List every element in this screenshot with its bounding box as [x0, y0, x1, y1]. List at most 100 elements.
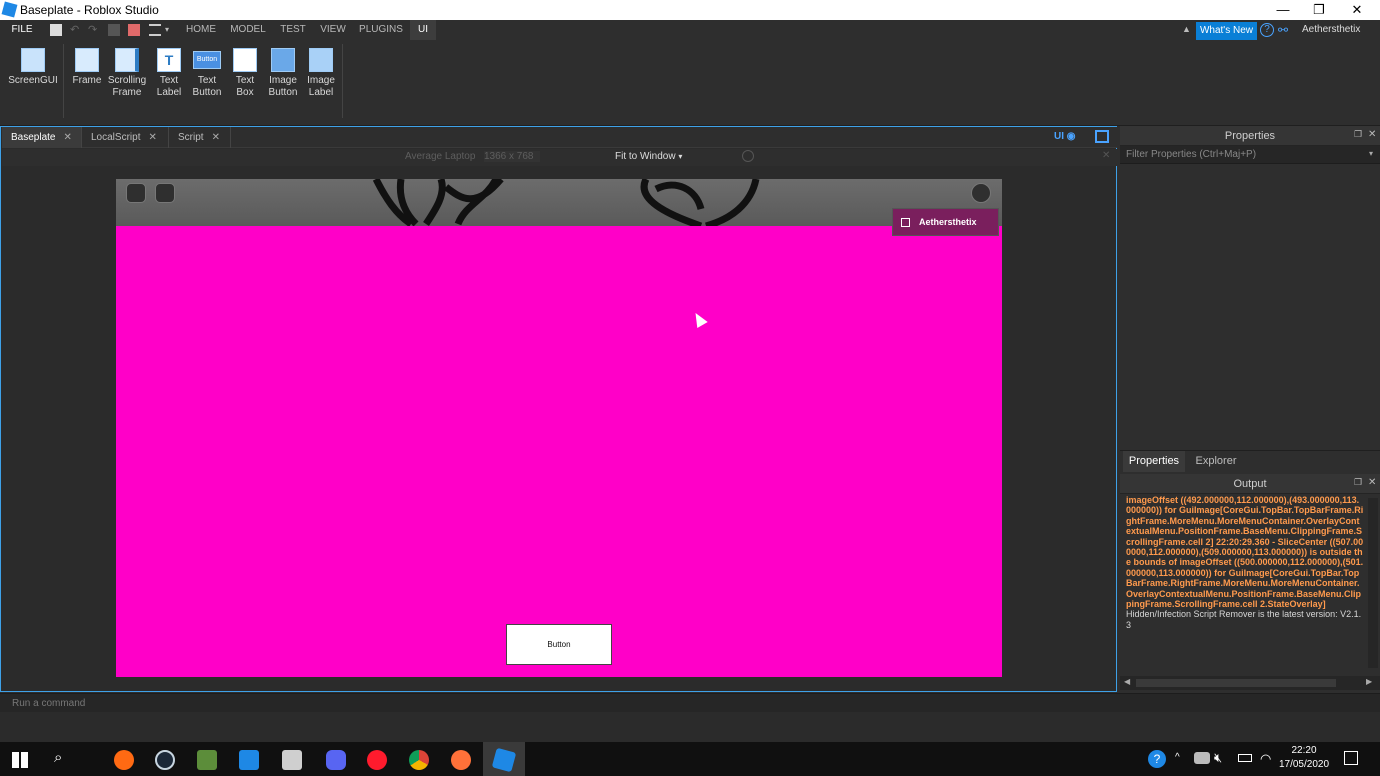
close-icon[interactable]: ✕	[212, 132, 220, 143]
app-icon[interactable]	[282, 750, 302, 770]
file-menu[interactable]: FILE	[4, 20, 40, 40]
text-box-button[interactable]: Text Box	[224, 46, 266, 99]
doc-tab-label: Baseplate	[11, 132, 56, 143]
chevron-down-icon[interactable]: ▾	[1369, 149, 1373, 158]
filter-properties-input[interactable]: Filter Properties (Ctrl+Maj+P)	[1120, 146, 1380, 164]
chevron-down-icon: ▾	[678, 152, 683, 161]
taskbar-clock[interactable]: 22:20 17/05/2020	[1272, 744, 1336, 772]
close-icon[interactable]: ✕	[148, 132, 156, 143]
image-button-button[interactable]: Image Button	[262, 46, 304, 99]
close-button[interactable]: ✕	[1340, 0, 1374, 20]
more-menu-icon[interactable]	[971, 183, 991, 203]
doc-tab-label: LocalScript	[91, 132, 141, 143]
share-icon[interactable]: ⚯	[1278, 23, 1288, 37]
tab-test[interactable]: TEST	[275, 20, 311, 40]
roblox-menu-icon[interactable]	[126, 183, 146, 203]
float-panel-icon[interactable]: ❐	[1354, 477, 1362, 488]
text-label-icon: T	[157, 48, 181, 72]
help-icon[interactable]: ?	[1260, 23, 1274, 37]
chevron-up-icon[interactable]: ▲	[1182, 24, 1191, 34]
properties-panel: Properties ❐ ✕ Filter Properties (Ctrl+M…	[1120, 126, 1380, 450]
wifi-icon[interactable]: ◠	[1260, 751, 1271, 767]
search-icon[interactable]: ⌕	[54, 749, 62, 766]
screengui-button[interactable]: ScreenGUI	[8, 46, 58, 87]
orientation-icon[interactable]	[742, 150, 754, 162]
tab-home[interactable]: HOME	[180, 20, 222, 40]
battery-icon[interactable]	[1238, 754, 1252, 762]
screengui-icon	[21, 48, 45, 72]
close-icon[interactable]: ✕	[1368, 129, 1376, 140]
frame-label: Frame	[72, 75, 102, 86]
text-button-label-1: Text	[197, 75, 217, 86]
tab-properties[interactable]: Properties	[1123, 451, 1185, 472]
properties-header: Properties	[1120, 126, 1380, 146]
speaker-muted-icon[interactable]: 🔇︎	[1214, 750, 1222, 766]
play-icon[interactable]	[108, 24, 120, 36]
tab-view[interactable]: VIEW	[315, 20, 351, 40]
whats-new-button[interactable]: What's New	[1196, 22, 1257, 40]
scrolling-frame-button[interactable]: Scrolling Frame	[106, 46, 148, 99]
game-viewport[interactable]: Aethersthetix Button	[116, 179, 1002, 677]
text-label-button[interactable]: T Text Label	[148, 46, 190, 99]
tab-plugins[interactable]: PLUGINS	[355, 20, 407, 40]
device-emulator-icon[interactable]	[1095, 130, 1109, 143]
doc-tab-label: Script	[178, 132, 204, 143]
tab-explorer[interactable]: Explorer	[1188, 451, 1244, 472]
chevron-down-icon[interactable]: ▾	[165, 24, 177, 36]
windows-taskbar: ⌕ ? ^ 🔇︎ ◠ 22:20 17/05/2020	[0, 742, 1380, 776]
fit-selector[interactable]: Fit to Window ▾	[615, 151, 682, 162]
origin-icon[interactable]	[114, 750, 134, 770]
discord-icon[interactable]	[326, 750, 346, 770]
tab-ui[interactable]: UI	[410, 20, 436, 40]
chevron-up-icon[interactable]: ^	[1175, 752, 1180, 763]
output-scrollbar[interactable]	[1368, 498, 1378, 668]
fit-label: Fit to Window	[615, 151, 676, 162]
new-file-icon[interactable]	[50, 24, 62, 36]
minecraft-icon[interactable]	[197, 750, 217, 770]
device-icon[interactable]	[1194, 752, 1210, 764]
frame-button[interactable]: Frame	[66, 46, 108, 87]
undo-icon[interactable]: ↶	[70, 24, 82, 36]
chrome-icon[interactable]	[409, 750, 429, 770]
image-button-label-2: Button	[268, 87, 298, 98]
resolution-selector[interactable]: 1366 x 768	[484, 151, 540, 162]
username-label[interactable]: Aethersthetix	[1302, 24, 1360, 35]
chat-icon[interactable]	[155, 183, 175, 203]
ui-visibility-toggle[interactable]: UI ◉	[1054, 131, 1076, 142]
image-label-label-1: Image	[307, 75, 335, 86]
player-name: Aethersthetix	[919, 217, 977, 227]
game-text-button[interactable]: Button	[506, 624, 612, 665]
player-badge: Aethersthetix	[892, 208, 999, 236]
redo-icon[interactable]: ↷	[88, 24, 100, 36]
output-horizontal-scrollbar[interactable]: ◀ ▶	[1120, 676, 1380, 690]
stop-icon[interactable]	[128, 24, 140, 36]
float-panel-icon[interactable]: ❐	[1354, 129, 1362, 140]
firefox-icon[interactable]	[451, 750, 471, 770]
opera-icon[interactable]	[367, 750, 387, 770]
close-icon[interactable]: ✕	[1102, 150, 1110, 161]
help-icon[interactable]: ?	[1148, 750, 1166, 768]
scrolling-frame-label-1: Scrolling	[107, 75, 147, 86]
restore-button[interactable]: ❐	[1302, 0, 1336, 20]
scrolling-frame-label-2: Frame	[112, 87, 142, 98]
doc-tab-localscript[interactable]: LocalScript ✕	[82, 127, 169, 148]
mail-icon[interactable]	[239, 750, 259, 770]
close-icon[interactable]: ✕	[1368, 477, 1376, 488]
windows-start-icon[interactable]	[12, 752, 28, 768]
scroll-right-icon[interactable]: ▶	[1366, 677, 1372, 686]
image-label-button[interactable]: Image Label	[300, 46, 342, 99]
scroll-left-icon[interactable]: ◀	[1124, 677, 1130, 686]
close-icon[interactable]: ✕	[63, 132, 71, 143]
list-icon[interactable]	[149, 24, 161, 36]
scroll-thumb[interactable]	[1136, 679, 1336, 687]
tab-model[interactable]: MODEL	[226, 20, 270, 40]
steam-icon[interactable]	[155, 750, 175, 770]
device-selector[interactable]: Average Laptop	[405, 151, 475, 162]
output-info: Hidden/Infection Script Remover is the l…	[1126, 609, 1362, 630]
notification-icon[interactable]	[1344, 751, 1358, 765]
command-bar[interactable]: Run a command	[0, 693, 1380, 712]
doc-tab-baseplate[interactable]: Baseplate ✕	[2, 127, 82, 148]
minimize-button[interactable]: —	[1266, 0, 1300, 20]
text-button-button[interactable]: Button Text Button	[186, 46, 228, 99]
doc-tab-script[interactable]: Script ✕	[169, 127, 231, 148]
